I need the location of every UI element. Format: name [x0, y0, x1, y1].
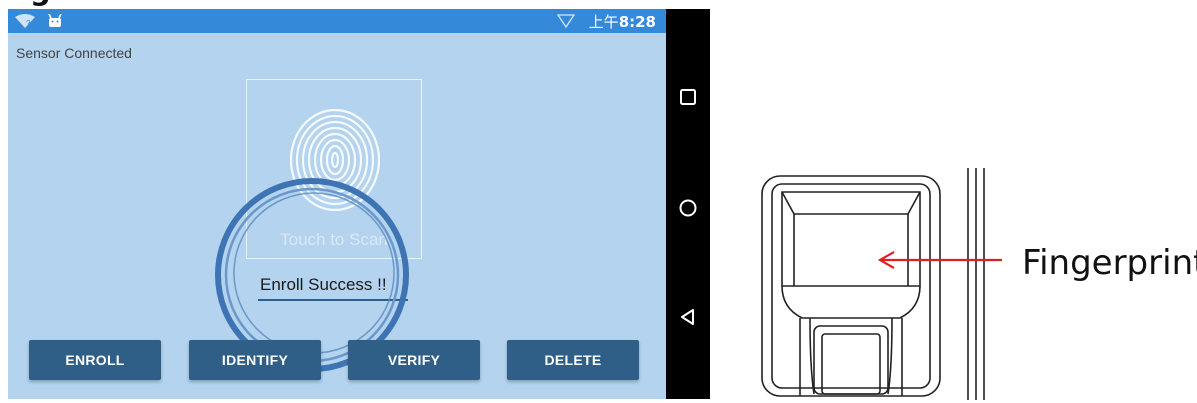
wifi-icon: ?	[15, 14, 35, 28]
status-clock: 上午8:28	[589, 11, 656, 32]
sensor-status-text: Sensor Connected	[16, 45, 132, 61]
result-field: Enroll Success !!	[258, 273, 408, 301]
svg-text:?: ?	[26, 19, 31, 28]
android-icon	[48, 14, 62, 27]
clock-period: 上午	[588, 13, 619, 31]
signal-icon	[557, 14, 575, 29]
app-screen: ? 上午8:28 Sensor Connected Touch to Scan …	[8, 9, 666, 399]
fingerprint-scan-area[interactable]: Touch to Scan	[246, 79, 422, 259]
back-icon[interactable]	[678, 307, 698, 327]
clock-time: 8:28	[618, 13, 656, 31]
recent-apps-icon[interactable]	[678, 87, 698, 107]
phone-device: ? 上午8:28 Sensor Connected Touch to Scan …	[8, 9, 710, 399]
identify-button[interactable]: IDENTIFY	[189, 340, 321, 380]
fingerprint-callout-label: Fingerprint	[1022, 243, 1197, 283]
delete-button[interactable]: DELETE	[507, 340, 639, 380]
result-text: Enroll Success !!	[260, 275, 387, 294]
verify-button[interactable]: VERIFY	[348, 340, 480, 380]
fingerprint-icon	[289, 108, 381, 212]
status-bar: ? 上午8:28	[8, 9, 666, 33]
fingerprint-sensor-drawing	[761, 168, 1002, 400]
navigation-bar	[666, 9, 710, 399]
enroll-button[interactable]: ENROLL	[29, 340, 161, 380]
home-icon[interactable]	[678, 198, 698, 218]
touch-to-scan-placeholder: Touch to Scan	[280, 230, 388, 249]
